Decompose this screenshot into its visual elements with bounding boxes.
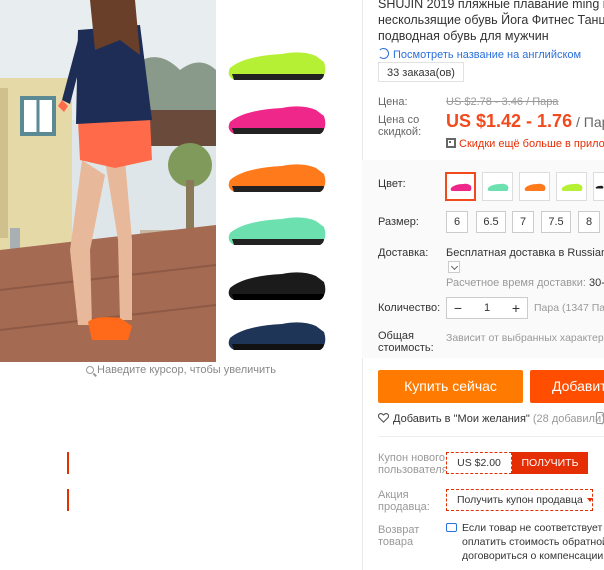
buy-now-button[interactable]: Купить сейчас: [378, 370, 523, 403]
translate-icon: [378, 48, 389, 59]
seller-promo-label: Акция продавца:: [378, 489, 430, 513]
color-swatch-black[interactable]: [593, 172, 604, 201]
product-gallery: [0, 0, 362, 362]
seller-coupon-dropdown[interactable]: Получить купон продавца: [446, 489, 593, 511]
chevron-down-icon[interactable]: [448, 261, 460, 273]
thumbnail-list: [216, 0, 362, 362]
caret-down-icon: [586, 498, 593, 502]
title-line: подводная обувь для мужчин: [378, 29, 549, 43]
total-label: Общая стоимость:: [378, 330, 434, 354]
thumbnail-orange[interactable]: [224, 150, 334, 202]
thumbnail-pink[interactable]: [224, 92, 334, 144]
size-option[interactable]: 6.5: [476, 211, 506, 233]
title-line: SHUJIN 2019 пляжные плавание ming во: [378, 0, 604, 11]
discount-price-label: Цена со скидкой:: [378, 114, 422, 138]
thumbnail-lime[interactable]: [224, 38, 334, 90]
mobile-icon[interactable]: [596, 412, 604, 424]
qr-code-icon: [446, 138, 456, 148]
refund-label: Возврат товара: [378, 524, 420, 548]
quantity-input[interactable]: 1: [469, 298, 505, 318]
old-price: US $2.78 - 3.46 / Пара: [446, 96, 559, 108]
product-title: SHUJIN 2019 пляжные плавание ming во нес…: [378, 0, 604, 44]
get-coupon-button[interactable]: ПОЛУЧИТЬ: [512, 452, 588, 474]
quantity-minus-button[interactable]: −: [447, 298, 469, 318]
section-divider: [378, 436, 604, 437]
thumbnail-navy[interactable]: [224, 308, 334, 360]
size-option[interactable]: 8: [578, 211, 600, 233]
new-user-coupon-value: US $2.00: [446, 452, 512, 474]
thumbnail-black[interactable]: [224, 258, 334, 310]
shipping-value[interactable]: Бесплатная доставка в Russian F: [446, 247, 604, 259]
size-option[interactable]: 7: [512, 211, 534, 233]
coupon-accent: [67, 452, 69, 474]
shipping-label: Доставка:: [378, 247, 429, 259]
quantity-stepper: − 1 +: [446, 297, 528, 319]
heart-icon: [378, 412, 390, 423]
product-page: Наведите курсор, чтобы увеличить SHUJIN …: [0, 0, 604, 570]
message-icon: [446, 523, 457, 532]
size-label: Размер:: [378, 216, 419, 228]
product-info: SHUJIN 2019 пляжные плавание ming во нес…: [378, 0, 604, 570]
total-value: Зависит от выбранных характери: [446, 332, 604, 344]
new-user-coupon-label: Купон нового пользователя: [378, 452, 448, 476]
quantity-plus-button[interactable]: +: [505, 298, 527, 318]
thumbnail-mint[interactable]: [224, 203, 334, 255]
color-swatch-pink[interactable]: [445, 172, 476, 201]
quantity-note: Пара (1347 Пар: [534, 302, 604, 314]
main-product-photo[interactable]: [0, 0, 216, 362]
magnifier-icon: [86, 366, 95, 374]
zoom-hint: Наведите курсор, чтобы увеличить: [0, 364, 362, 376]
color-swatch-orange[interactable]: [519, 172, 550, 201]
orders-count: 33 заказа(ов): [378, 62, 464, 82]
size-option[interactable]: 7.5: [541, 211, 571, 233]
refund-policy: Если товар не соответствует ог оплатить …: [446, 521, 604, 563]
translate-link[interactable]: Посмотреть название на английском: [378, 48, 581, 61]
seller-coupon-accent: [67, 489, 69, 511]
color-swatch-lime[interactable]: [556, 172, 587, 201]
color-label: Цвет:: [378, 178, 406, 190]
add-to-cart-button[interactable]: Добавить: [530, 370, 604, 403]
price-label: Цена:: [378, 96, 408, 108]
wishlist-link[interactable]: Добавить в "Мои желания" (28 добавили): [378, 412, 604, 425]
app-discount-link[interactable]: Скидки ещё больше в приложе: [446, 138, 604, 150]
color-swatch-mint[interactable]: [482, 172, 513, 201]
shipping-time: Расчетное время доставки: 30-50: [446, 277, 604, 289]
size-option[interactable]: 6: [446, 211, 468, 233]
current-price: US $1.42 - 1.76 / Пара: [446, 111, 604, 131]
quantity-label: Количество:: [378, 302, 441, 314]
title-line: нескользящие обувь Йога Фитнес Танц: [378, 13, 604, 27]
